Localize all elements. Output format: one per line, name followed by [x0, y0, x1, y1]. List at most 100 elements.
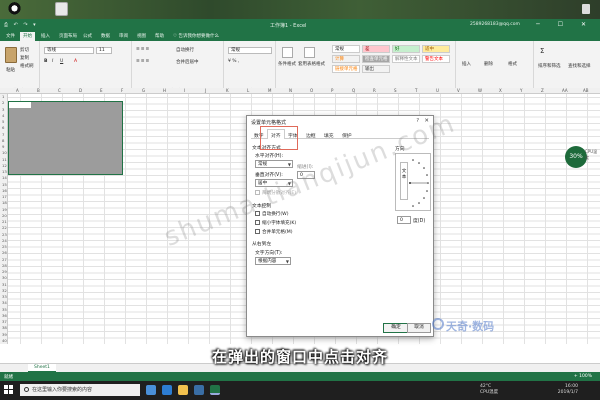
row-header[interactable]: 39: [2, 332, 7, 337]
column-header[interactable]: B: [37, 88, 40, 93]
row-header[interactable]: 33: [2, 294, 7, 299]
row-header[interactable]: 8: [2, 138, 4, 143]
row-header[interactable]: 26: [2, 250, 7, 255]
row-header[interactable]: 37: [2, 319, 7, 324]
column-header[interactable]: X: [499, 88, 502, 93]
row-header[interactable]: 21: [2, 219, 7, 224]
column-header[interactable]: AB: [583, 88, 588, 93]
row-header[interactable]: 32: [2, 288, 7, 293]
tab-view[interactable]: 视图: [134, 32, 149, 41]
column-header[interactable]: AA: [562, 88, 568, 93]
vertical-text-box[interactable]: 文本: [400, 162, 408, 200]
tab-file[interactable]: 文件: [3, 32, 18, 41]
row-header[interactable]: 17: [2, 194, 7, 199]
cell-style-swatch[interactable]: 输出: [362, 65, 390, 73]
row-header[interactable]: 3: [2, 107, 4, 112]
tab-insert[interactable]: 插入: [38, 32, 53, 41]
wrap-text-button[interactable]: 自动换行: [176, 47, 194, 53]
column-header[interactable]: I: [184, 88, 185, 93]
excel-taskbar-icon[interactable]: [210, 385, 220, 395]
zoom-control[interactable]: + 100%: [574, 374, 592, 379]
cell-style-swatch[interactable]: 警告文本: [422, 55, 450, 63]
tab-formulas[interactable]: 公式: [80, 32, 95, 41]
row-header[interactable]: 36: [2, 313, 7, 318]
cpu-usage-badge[interactable]: 30%: [565, 146, 587, 168]
row-header[interactable]: 31: [2, 282, 7, 287]
tab-home[interactable]: 开始: [20, 32, 35, 41]
task-view-icon[interactable]: [146, 385, 156, 395]
selected-range[interactable]: [8, 101, 123, 175]
row-header[interactable]: 20: [2, 213, 7, 218]
sort-filter-button[interactable]: 排序和筛选: [538, 63, 561, 69]
window-controls[interactable]: ─ ☐ ✕: [536, 21, 594, 28]
column-header[interactable]: D: [79, 88, 82, 93]
column-header[interactable]: C: [58, 88, 61, 93]
delete-cells-button[interactable]: 删除: [484, 61, 493, 67]
active-cell[interactable]: [9, 102, 31, 108]
quick-access-toolbar[interactable]: ⎙ ↶ ↷ ▾: [4, 22, 38, 28]
row-header[interactable]: 19: [2, 207, 7, 212]
column-header[interactable]: G: [142, 88, 145, 93]
tab-review[interactable]: 审阅: [116, 32, 131, 41]
store-icon[interactable]: [194, 385, 204, 395]
tab-page-layout[interactable]: 页面布局: [56, 32, 80, 41]
row-header[interactable]: 14: [2, 175, 7, 180]
horizontal-select[interactable]: 常规 ▼: [255, 160, 293, 168]
conditional-format-button[interactable]: 条件格式: [278, 61, 296, 67]
degrees-spinner[interactable]: 0: [397, 216, 411, 224]
qq-icon[interactable]: [8, 2, 21, 16]
insert-cells-button[interactable]: 插入: [462, 61, 471, 67]
row-header[interactable]: 6: [2, 125, 4, 130]
format-painter-button[interactable]: 格式刷: [20, 63, 34, 69]
cell-style-swatch[interactable]: 常规: [332, 45, 360, 53]
column-header[interactable]: V: [457, 88, 460, 93]
font-size-select[interactable]: 11: [96, 47, 112, 54]
row-header[interactable]: 7: [2, 132, 4, 137]
cpu-temp-indicator[interactable]: 42°C CPU温度: [480, 384, 498, 396]
table-format-icon[interactable]: [304, 47, 315, 58]
row-header[interactable]: 5: [2, 119, 4, 124]
row-header[interactable]: 12: [2, 163, 7, 168]
column-header[interactable]: E: [100, 88, 103, 93]
tell-me-search[interactable]: ♡ 告诉我你想要做什么: [170, 32, 222, 41]
row-header[interactable]: 25: [2, 244, 7, 249]
column-header[interactable]: F: [121, 88, 123, 93]
column-header[interactable]: Z: [541, 88, 544, 93]
row-header[interactable]: 15: [2, 182, 7, 187]
find-select-button[interactable]: 查找和选择: [568, 63, 591, 69]
tab-help[interactable]: 帮助: [152, 32, 167, 41]
row-header[interactable]: 4: [2, 113, 4, 118]
conditional-format-icon[interactable]: [282, 47, 293, 58]
column-header[interactable]: J: [205, 88, 206, 93]
row-header[interactable]: 27: [2, 257, 7, 262]
cell-style-swatch[interactable]: 差: [362, 45, 390, 53]
row-header[interactable]: 10: [2, 150, 7, 155]
edge-icon[interactable]: [162, 385, 172, 395]
desktop-file-icon-right[interactable]: [582, 4, 590, 14]
format-cells-button[interactable]: 格式: [508, 61, 517, 67]
account-label[interactable]: 2589268183@qq.com: [470, 22, 520, 27]
cell-style-swatch[interactable]: 链接单元格: [332, 65, 360, 73]
align-top-icon[interactable]: ≡≡≡: [136, 47, 150, 52]
cell-style-swatch[interactable]: 计算: [332, 55, 360, 63]
column-header[interactable]: L: [247, 88, 249, 93]
row-header[interactable]: 1: [2, 94, 4, 99]
column-header[interactable]: U: [436, 88, 439, 93]
table-format-button[interactable]: 套用表格格式: [298, 61, 325, 67]
column-header[interactable]: M: [268, 88, 271, 93]
tab-border[interactable]: 边框: [303, 130, 319, 139]
column-header[interactable]: W: [478, 88, 482, 93]
file-icon[interactable]: [55, 2, 68, 16]
tab-protection[interactable]: 保护: [339, 130, 355, 139]
paste-icon[interactable]: [5, 47, 17, 63]
column-header[interactable]: S: [394, 88, 397, 93]
row-header[interactable]: 35: [2, 307, 7, 312]
column-header[interactable]: O: [310, 88, 313, 93]
ok-button[interactable]: 确定: [383, 323, 409, 333]
row-header[interactable]: 22: [2, 225, 7, 230]
bold-button[interactable]: B: [44, 59, 47, 64]
text-direction-select[interactable]: 根据内容 ▼: [255, 257, 291, 265]
cut-button[interactable]: 剪切: [20, 47, 29, 53]
column-header[interactable]: K: [226, 88, 229, 93]
cell-style-swatch[interactable]: 好: [392, 45, 420, 53]
